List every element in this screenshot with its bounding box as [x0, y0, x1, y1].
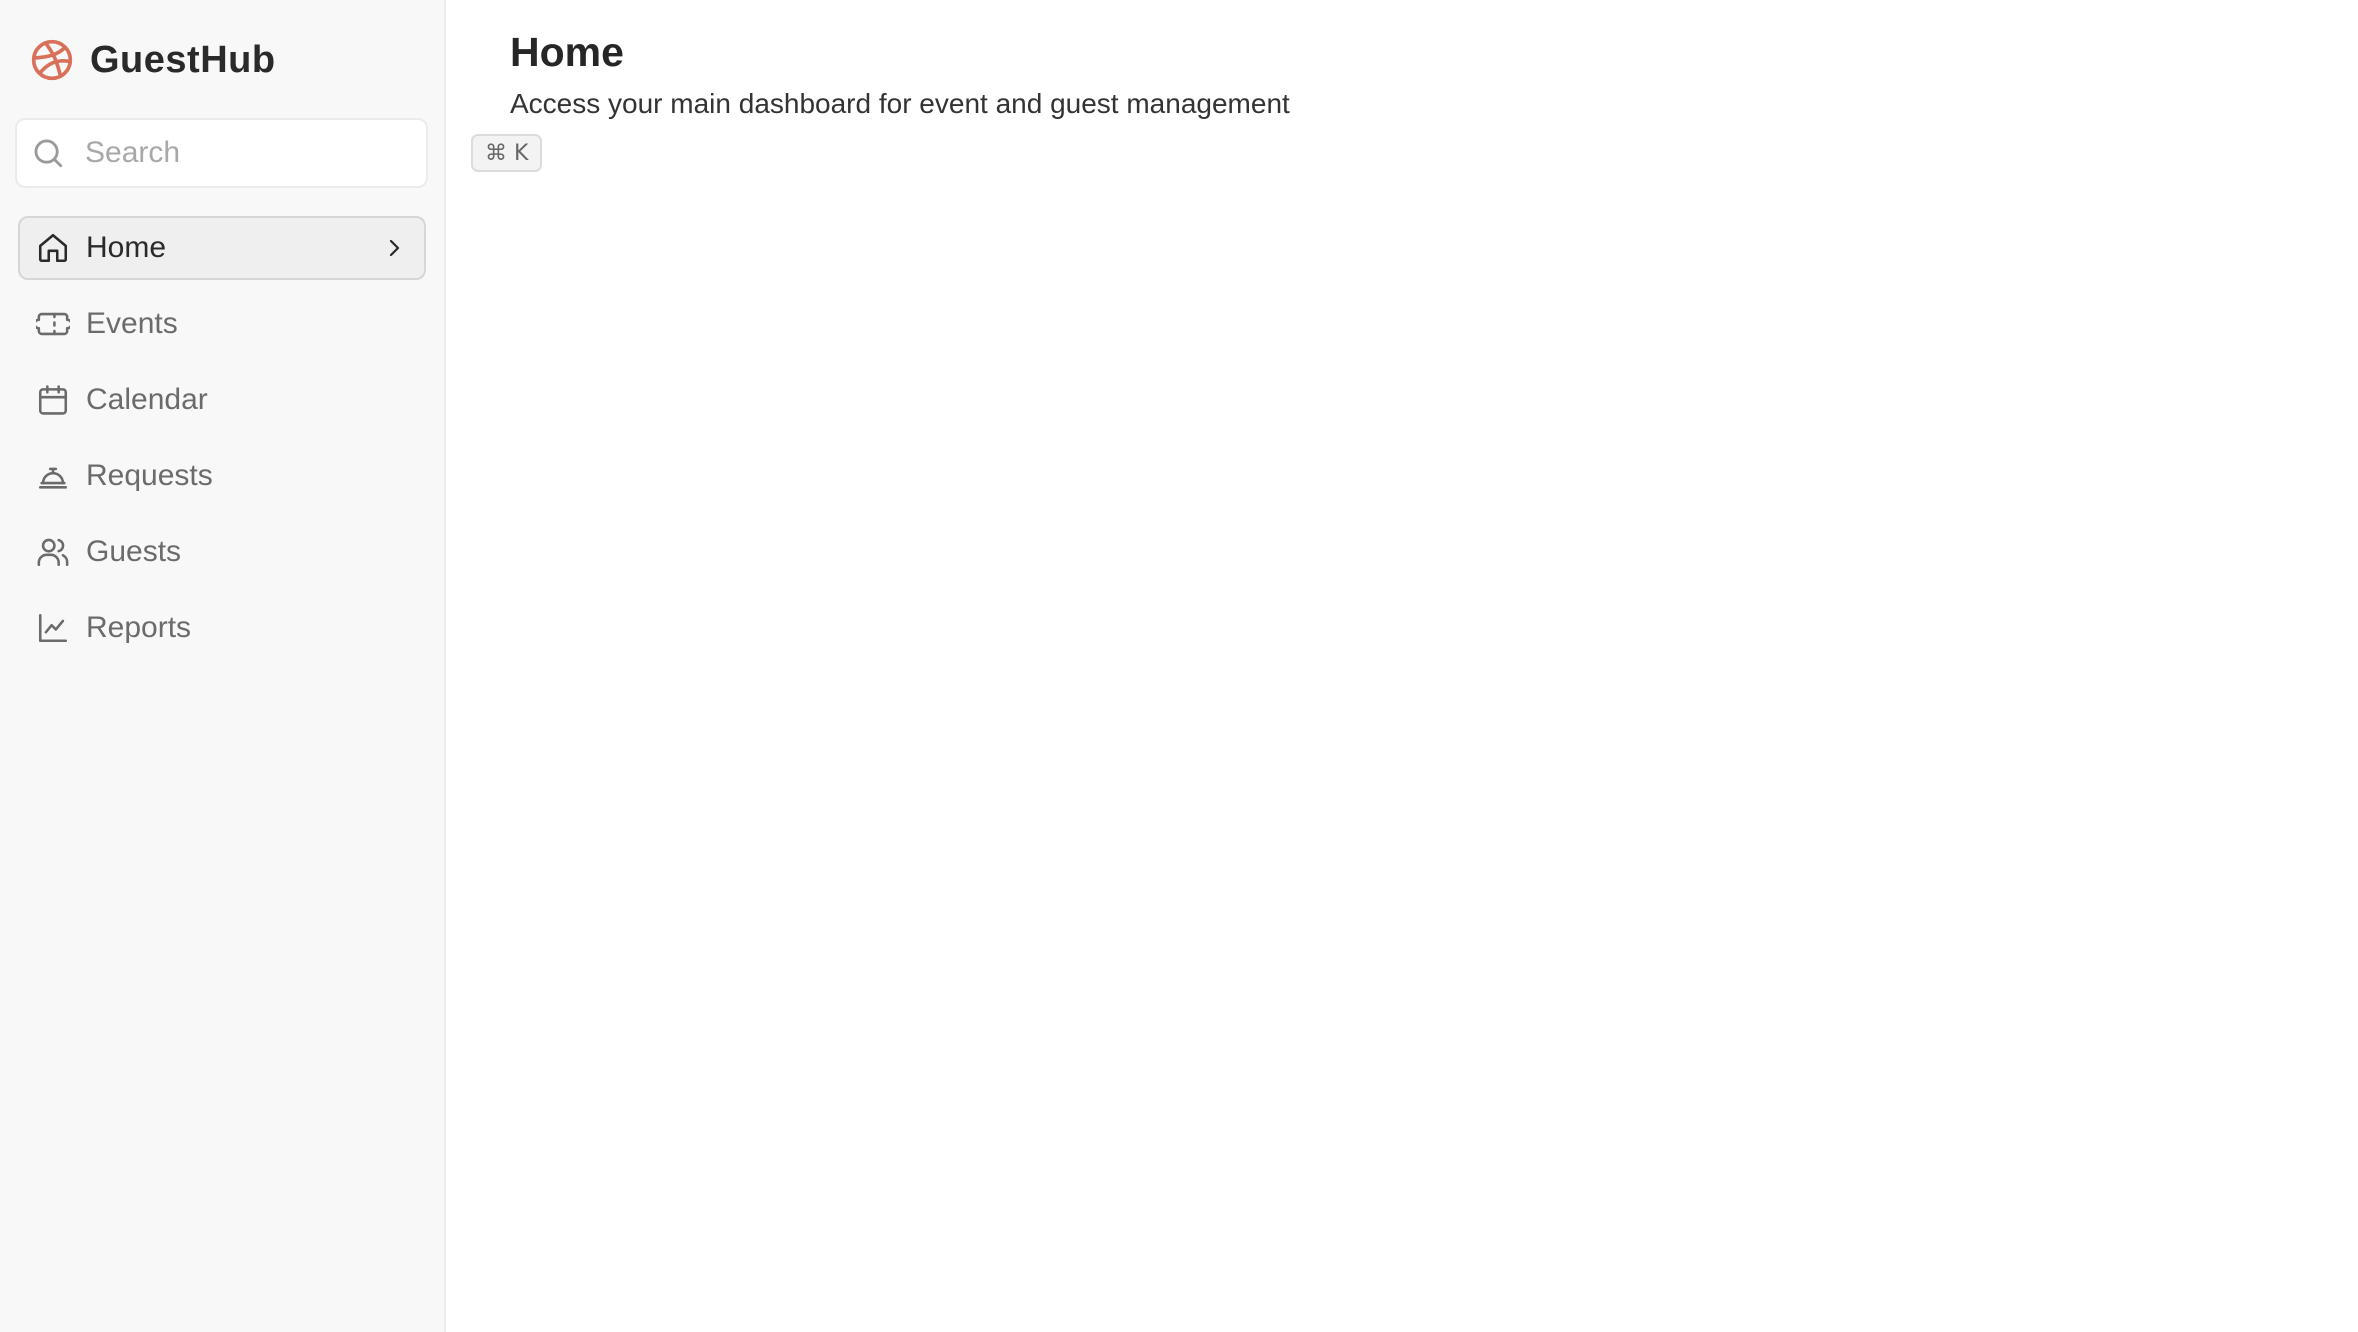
sidebar-nav: Home Events Calendar Requests Guests Rep…: [18, 216, 426, 672]
calendar-icon: [36, 383, 70, 417]
search-icon: [31, 136, 65, 170]
sidebar-item-label: Reports: [86, 611, 192, 644]
sidebar-item-home[interactable]: Home: [18, 216, 426, 280]
search-input[interactable]: [85, 136, 471, 170]
brand[interactable]: GuestHub: [18, 0, 426, 120]
sidebar-item-label: Events: [86, 307, 178, 340]
ticket-icon: [36, 307, 70, 341]
sidebar: GuestHub ⌘ K Home: [0, 0, 543, 1332]
sidebar-item-events[interactable]: Events: [18, 292, 426, 356]
sidebar-item-label: Home: [86, 231, 167, 264]
search-shortcut-badge: ⌘ K: [471, 134, 543, 172]
sidebar-item-label: Guests: [86, 535, 182, 568]
page-subtitle: Access your main dashboard for event and…: [510, 88, 1290, 119]
app-name: GuestHub: [90, 38, 276, 81]
main-content: Home Access your main dashboard for even…: [446, 0, 2358, 1332]
dribbble-ball-icon: [30, 38, 74, 82]
sidebar-item-guests[interactable]: Guests: [18, 520, 426, 584]
chevron-right-icon: [382, 236, 406, 260]
sidebar-item-calendar[interactable]: Calendar: [18, 368, 426, 432]
app-window: GuestHub ⌘ K Home: [0, 0, 2358, 1332]
sidebar-item-reports[interactable]: Reports: [18, 596, 426, 660]
users-icon: [36, 535, 70, 569]
sidebar-item-requests[interactable]: Requests: [18, 444, 426, 508]
sidebar-item-label: Calendar: [86, 383, 208, 416]
home-icon: [36, 231, 70, 265]
line-chart-icon: [36, 611, 70, 645]
concierge-bell-icon: [36, 459, 70, 493]
page-title: Home: [510, 29, 624, 75]
sidebar-item-label: Requests: [86, 459, 213, 492]
search-box[interactable]: ⌘ K: [15, 118, 543, 188]
